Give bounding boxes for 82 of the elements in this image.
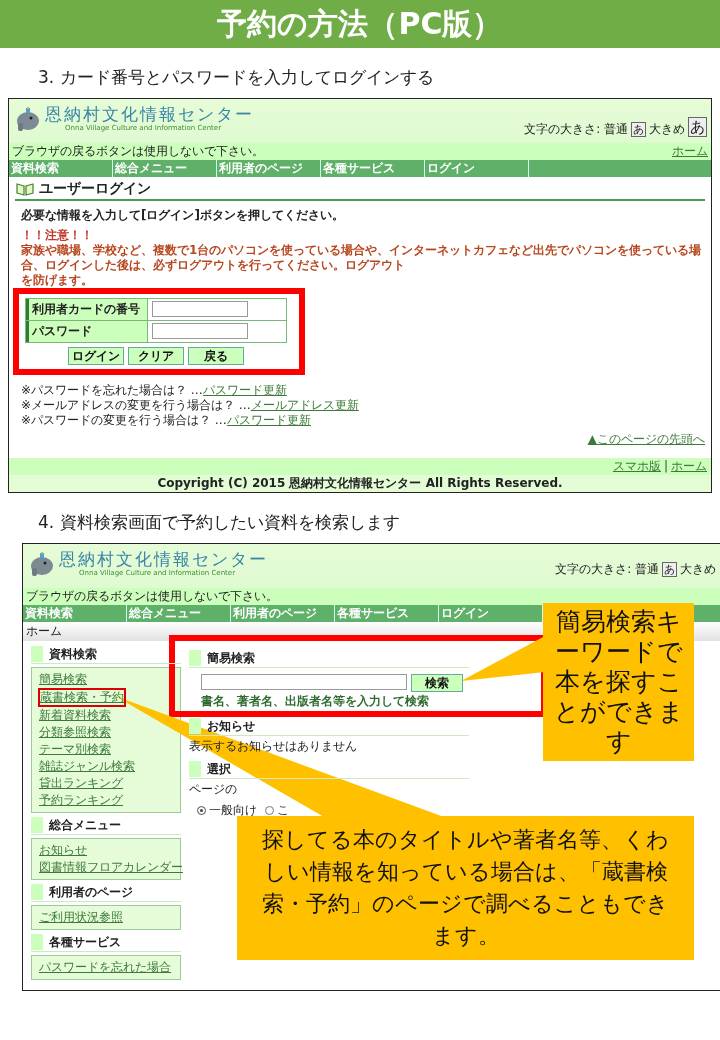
section-title: 資料検索	[49, 646, 97, 662]
heading-marker	[189, 650, 201, 666]
section-title: お知らせ	[207, 718, 255, 734]
sidebar-link[interactable]: 簡易検索	[38, 671, 88, 688]
help-link[interactable]: パスワード更新	[226, 413, 311, 427]
sidebar-link[interactable]: 蔵書検索・予約	[38, 688, 126, 707]
field-label: パスワード	[26, 321, 148, 342]
font-size-label: 文字の大きさ: 普通	[524, 122, 628, 137]
site-name[interactable]: 恩納村文化情報センター	[59, 550, 268, 569]
nav-item[interactable]: 利用者のページ	[217, 160, 321, 177]
slide-title: 予約の方法（PC版）	[217, 4, 503, 43]
section-title: 利用者のページ	[49, 884, 133, 900]
heading-marker	[31, 646, 43, 662]
footer-separator: |	[663, 459, 668, 474]
section-title: 各種サービス	[49, 934, 121, 950]
sidebar-link[interactable]: 雑誌ジャンル検索	[38, 758, 136, 775]
heading-marker	[31, 884, 43, 900]
step-caption: 3. カード番号とパスワードを入力してログインする	[38, 66, 435, 89]
input-field[interactable]	[152, 301, 248, 317]
heading-marker	[31, 817, 43, 833]
footer-link[interactable]: ホーム	[671, 459, 707, 474]
home-link[interactable]: ホーム	[672, 144, 708, 159]
sidebar-link[interactable]: 図書情報フロアカレンダー	[38, 859, 184, 876]
form-button[interactable]: クリア	[128, 347, 184, 365]
sidebar-link[interactable]: テーマ別検索	[38, 741, 112, 758]
nav-item[interactable]: 資料検索	[9, 160, 113, 177]
search-button[interactable]: 検索	[411, 674, 463, 692]
search-field[interactable]	[201, 674, 407, 690]
radio-label: 一般向け	[209, 803, 257, 818]
radio-label: こ	[277, 803, 289, 818]
input-field[interactable]	[152, 323, 248, 339]
instruction-text: 必要な情報を入力して[ログイン]ボタンを押してください。	[21, 208, 345, 223]
sidebar-link[interactable]: 分類参照検索	[38, 724, 112, 741]
help-link[interactable]: メールアドレス更新	[250, 398, 359, 412]
radio-button[interactable]	[197, 806, 206, 815]
section-title: 簡易検索	[207, 650, 255, 666]
book-icon	[15, 181, 35, 196]
copyright-text: Copyright (C) 2015 恩納村文化情報センター All Rights Reserved.	[9, 475, 711, 492]
footer-link[interactable]: スマホ版	[612, 459, 661, 474]
sidebar-link[interactable]: お知らせ	[38, 842, 88, 859]
heading-marker	[31, 934, 43, 950]
heading-marker	[189, 761, 201, 777]
section-title: 選択	[207, 761, 231, 777]
font-size-normal-button[interactable]: あ	[631, 122, 646, 137]
font-size-large-button[interactable]: あ	[688, 117, 707, 137]
warning-text: を防げます。	[21, 273, 94, 288]
font-size-large-label: 大きめ	[680, 562, 716, 577]
notice-text: ブラウザの戻るボタンは使用しないで下さい。	[26, 589, 278, 604]
search-hint: 書名、著者名、出版者名等を入力して検索	[201, 694, 430, 709]
callout: 探してる本のタイトルや著者名等、くわしい情報を知っている場合は、「蔵書検索・予約」のページで調べることもできます。	[237, 816, 694, 960]
sidebar-link[interactable]: 新着資料検索	[38, 707, 112, 724]
elephant-icon	[29, 552, 55, 576]
site-name[interactable]: 恩納村文化情報センター	[45, 105, 254, 124]
font-size-large-label: 大きめ	[649, 122, 685, 137]
form-button[interactable]: ログイン	[68, 347, 124, 365]
sidebar-link[interactable]: 貸出ランキング	[38, 775, 124, 792]
select-text: ページの	[189, 782, 238, 797]
nav-item[interactable]: ログイン	[425, 160, 529, 177]
font-size-normal-button[interactable]: あ	[662, 562, 677, 577]
elephant-icon	[15, 107, 41, 131]
font-size-label: 文字の大きさ: 普通	[555, 562, 659, 577]
help-link[interactable]: パスワード更新	[202, 383, 287, 397]
notice-text: ブラウザの戻るボタンは使用しないで下さい。	[12, 144, 264, 159]
form-button[interactable]: 戻る	[188, 347, 244, 365]
breadcrumb-text[interactable]: ホーム	[26, 624, 62, 638]
callout: 簡易検索キーワードで本を探すことができます	[543, 603, 694, 761]
section-title: 総合メニュー	[49, 817, 121, 833]
field-label: 利用者カードの番号	[26, 299, 148, 320]
nav-item[interactable]: 各種サービス	[321, 160, 425, 177]
help-text: ※メールアドレスの変更を行う場合は？ …	[21, 398, 251, 412]
nav-item[interactable]: 総合メニュー	[113, 160, 217, 177]
step-caption: 4. 資料検索画面で予約したい資料を検索します	[38, 511, 401, 534]
sidebar-link[interactable]: 予約ランキング	[38, 792, 124, 809]
sidebar-link[interactable]: ご利用状況参照	[38, 909, 124, 926]
warning-title: ！！注意！！	[21, 228, 94, 243]
warning-text: 家族や職場、学校など、複数で1台のパソコンを使っている場合や、インターネットカフェなど出先でパソコンを使っている場合、ログインした後は、必ずログアウトを行ってください。ログアウト	[21, 243, 703, 273]
page-top-link[interactable]: ▲このページの先頭へ	[587, 432, 705, 458]
help-text: ※パスワードの変更を行う場合は？ …	[21, 413, 227, 427]
page-heading-text: ユーザーログイン	[39, 181, 151, 196]
heading-marker	[189, 718, 201, 734]
help-text: ※パスワードを忘れた場合は？ …	[21, 383, 203, 397]
sidebar-link[interactable]: パスワードを忘れた場合	[38, 959, 172, 976]
